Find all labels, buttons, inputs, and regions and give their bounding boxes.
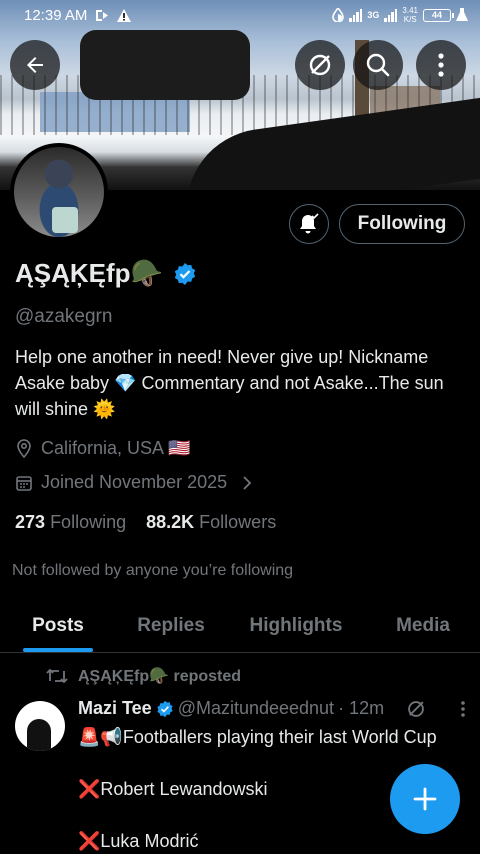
tab-label: Highlights — [249, 615, 343, 636]
post-header: Mazi Tee @Mazitundeeednut · 12m — [78, 698, 478, 719]
more-button[interactable] — [416, 40, 466, 90]
following-label: Following — [50, 512, 127, 532]
avatar-detail — [52, 207, 78, 233]
compose-post-button[interactable] — [390, 764, 460, 834]
tab-highlights[interactable]: Highlights — [226, 600, 366, 652]
joined-text: Joined November 2025 — [41, 472, 228, 492]
search-button[interactable] — [353, 40, 403, 90]
verified-badge-icon — [157, 700, 173, 717]
following-count-link[interactable]: 273 Following — [15, 512, 126, 533]
followers-count: 88.2K — [146, 512, 195, 532]
signal-icon-2 — [384, 8, 398, 22]
status-time: 12:39 AM — [24, 6, 88, 24]
flask-icon — [456, 8, 468, 21]
joined-row[interactable]: Joined November 2025 — [15, 472, 253, 493]
tab-label: Media — [396, 615, 450, 636]
warning-icon — [117, 8, 132, 22]
location-text: California, USA 🇺🇸 — [41, 438, 191, 458]
arrow-left-icon — [27, 57, 43, 73]
data-saver-icon — [332, 8, 345, 22]
verified-badge-icon[interactable] — [173, 262, 197, 286]
tab-media[interactable]: Media — [366, 600, 480, 652]
post-time: · 12m — [338, 698, 385, 718]
calendar-icon — [16, 475, 32, 491]
followers-count-link[interactable]: 88.2K Followers — [146, 512, 276, 533]
grok-icon[interactable] — [406, 699, 426, 719]
back-button[interactable] — [10, 40, 60, 90]
cast-icon — [96, 9, 109, 21]
following-button[interactable]: Following — [339, 204, 465, 244]
net-speed: 3.41 K/S — [402, 6, 418, 24]
search-icon — [366, 53, 390, 77]
post-text-line: ❌Luka Modrić — [78, 831, 199, 851]
network-type: 3G — [367, 10, 380, 20]
chevron-right-icon — [243, 475, 252, 490]
post-author-avatar[interactable] — [15, 701, 65, 751]
post-author-handle: @Mazitundeeednut — [177, 698, 335, 718]
grok-button[interactable] — [295, 40, 345, 90]
battery-level: 44 — [431, 10, 442, 20]
repost-icon — [46, 668, 68, 684]
followers-label: Followers — [199, 512, 277, 532]
location-pin-icon — [17, 438, 31, 458]
plus-icon — [413, 787, 437, 811]
status-bar: 12:39 AM 3G 3.41 K/S 44 — [0, 0, 480, 30]
display-name: ĄŞĄĶĘfp🪖 — [15, 258, 197, 289]
post-more-icon[interactable] — [460, 700, 466, 718]
bell-check-icon — [300, 213, 319, 234]
tab-label: Posts — [32, 615, 84, 636]
profile-handle: @azakegrn — [15, 306, 113, 327]
profile-bio: Help one another in need! Never give up!… — [15, 347, 444, 419]
location-row: California, USA 🇺🇸 — [15, 438, 190, 459]
more-vertical-icon — [438, 53, 444, 77]
follow-counts: 273 Following 88.2K Followers — [15, 512, 276, 533]
post-text-line: 🚨📢Footballers playing their last World C… — [78, 727, 437, 747]
banner-mirror — [80, 30, 250, 100]
tab-replies[interactable]: Replies — [116, 600, 226, 652]
grok-icon — [309, 54, 331, 76]
tab-posts[interactable]: Posts — [0, 600, 116, 652]
repost-label: ĄŞĄĶĘfp🪖 reposted — [78, 668, 242, 685]
not-followed-text: Not followed by anyone you’re following — [12, 562, 294, 579]
tab-label: Replies — [137, 615, 205, 636]
signal-icon — [349, 8, 363, 22]
following-count: 273 — [15, 512, 46, 532]
profile-tabs: Posts Replies Highlights Media — [0, 600, 480, 653]
profile-avatar[interactable] — [10, 143, 108, 241]
repost-indicator: ĄŞĄĶĘfp🪖 reposted — [46, 666, 241, 686]
notifications-button[interactable] — [289, 204, 329, 244]
display-name-text: ĄŞĄĶĘfp🪖 — [15, 258, 163, 288]
net-speed-unit: K/S — [403, 15, 417, 24]
battery-icon: 44 — [423, 8, 454, 22]
post-text-line: ❌Robert Lewandowski — [78, 779, 268, 799]
net-speed-value: 3.41 — [402, 6, 418, 15]
post-author-name[interactable]: Mazi Tee — [78, 698, 152, 719]
